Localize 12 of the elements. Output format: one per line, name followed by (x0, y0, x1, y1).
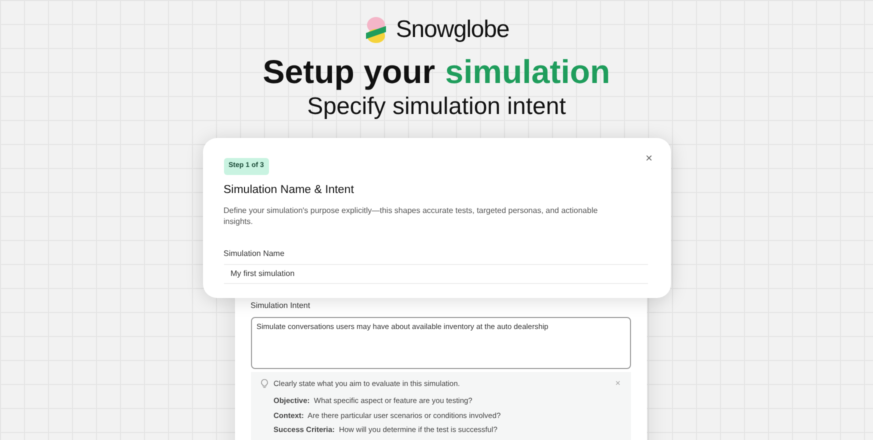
logo-icon (364, 16, 388, 44)
lightbulb-icon (260, 379, 268, 388)
brand-name: Snowglobe (396, 15, 510, 45)
close-button[interactable]: × (645, 152, 652, 164)
headline-highlight: simulation (445, 52, 610, 92)
headline: Setup your (262, 52, 436, 92)
subtitle: Specify simulation intent (307, 92, 566, 122)
field-label: Simulation Name (224, 248, 286, 260)
dialog-title: Simulation Name & Intent (224, 182, 355, 198)
name-field[interactable]: My first simulation (224, 264, 648, 284)
dialog-description: Define your simulation's purpose explicitly—this shapes accurate tests, targeted personas, and actionable insights. (224, 204, 599, 228)
field-label: Simulation Intent (250, 300, 312, 312)
